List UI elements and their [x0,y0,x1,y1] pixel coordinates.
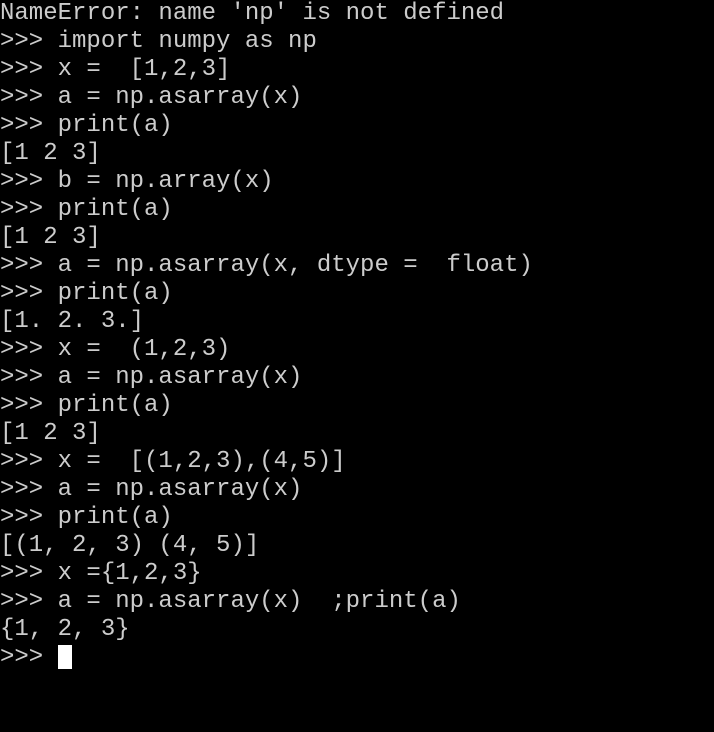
repl-prompt: >>> [0,644,58,671]
terminal-line: >>> a = np.asarray(x) [0,364,714,392]
repl-prompt: >>> [0,336,58,363]
repl-prompt: >>> [0,392,58,419]
repl-output-text: [1 2 3] [0,420,101,447]
repl-output-text: [1. 2. 3.] [0,308,144,335]
terminal-line: {1, 2, 3} [0,616,714,644]
repl-prompt: >>> [0,28,58,55]
repl-prompt: >>> [0,588,58,615]
repl-input-text: x = (1,2,3) [58,336,231,363]
repl-prompt: >>> [0,112,58,139]
terminal-line: >>> a = np.asarray(x) [0,84,714,112]
repl-prompt: >>> [0,364,58,391]
repl-input-text: x ={1,2,3} [58,560,202,587]
terminal-line: [1 2 3] [0,224,714,252]
cursor [58,645,72,669]
repl-prompt: >>> [0,560,58,587]
repl-output-text: [(1, 2, 3) (4, 5)] [0,532,259,559]
terminal-line: [1 2 3] [0,140,714,168]
repl-input-text: a = np.asarray(x, dtype = float) [58,252,533,279]
terminal-line: >>> [0,644,714,672]
repl-prompt: >>> [0,280,58,307]
repl-input-text: print(a) [58,504,173,531]
repl-input-text: a = np.asarray(x) [58,476,303,503]
terminal-line: >>> import numpy as np [0,28,714,56]
repl-output-text: [1 2 3] [0,224,101,251]
terminal-line: >>> x = [(1,2,3),(4,5)] [0,448,714,476]
repl-prompt: >>> [0,168,58,195]
repl-prompt: >>> [0,448,58,475]
repl-prompt: >>> [0,504,58,531]
terminal-line: >>> print(a) [0,392,714,420]
terminal-line: >>> print(a) [0,112,714,140]
repl-input-text: print(a) [58,196,173,223]
terminal-line: >>> x = [1,2,3] [0,56,714,84]
repl-input-text: print(a) [58,112,173,139]
repl-input-text: b = np.array(x) [58,168,274,195]
terminal-line: >>> print(a) [0,504,714,532]
terminal-line: [(1, 2, 3) (4, 5)] [0,532,714,560]
repl-input-text: x = [1,2,3] [58,56,231,83]
terminal-line: >>> x = (1,2,3) [0,336,714,364]
repl-input-text: a = np.asarray(x) [58,84,303,111]
repl-prompt: >>> [0,84,58,111]
terminal[interactable]: NameError: name 'np' is not defined>>> i… [0,0,714,672]
repl-output-text: {1, 2, 3} [0,616,130,643]
repl-input-text: import numpy as np [58,28,317,55]
terminal-line: >>> print(a) [0,280,714,308]
terminal-line: >>> print(a) [0,196,714,224]
repl-input-text: a = np.asarray(x) ;print(a) [58,588,461,615]
repl-prompt: >>> [0,476,58,503]
repl-prompt: >>> [0,196,58,223]
repl-error-text: NameError: name 'np' is not defined [0,0,504,27]
repl-input-text: x = [(1,2,3),(4,5)] [58,448,346,475]
terminal-line: [1. 2. 3.] [0,308,714,336]
repl-input-text: a = np.asarray(x) [58,364,303,391]
terminal-line: NameError: name 'np' is not defined [0,0,714,28]
terminal-line: >>> a = np.asarray(x) [0,476,714,504]
terminal-line: >>> b = np.array(x) [0,168,714,196]
repl-prompt: >>> [0,252,58,279]
repl-input-text: print(a) [58,280,173,307]
terminal-line: >>> a = np.asarray(x, dtype = float) [0,252,714,280]
terminal-line: >>> a = np.asarray(x) ;print(a) [0,588,714,616]
repl-prompt: >>> [0,56,58,83]
terminal-line: >>> x ={1,2,3} [0,560,714,588]
repl-input-text: print(a) [58,392,173,419]
repl-output-text: [1 2 3] [0,140,101,167]
terminal-line: [1 2 3] [0,420,714,448]
